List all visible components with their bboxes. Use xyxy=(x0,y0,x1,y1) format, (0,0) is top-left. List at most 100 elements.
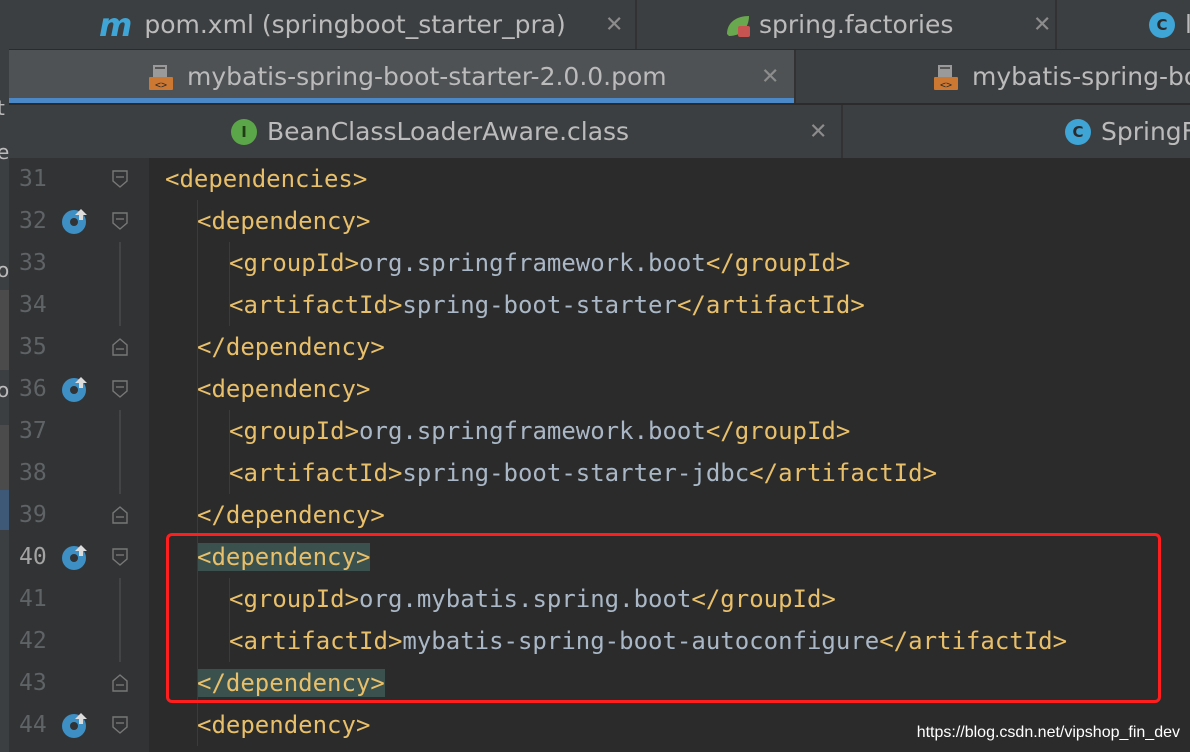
code-text: </dependency> xyxy=(197,494,385,536)
gutter-line: 35 xyxy=(9,326,149,368)
code-line[interactable]: <dependency> xyxy=(149,200,1190,242)
code-text: <artifactId>spring-boot-starter-jdbc</ar… xyxy=(229,452,937,494)
pom-file-icon: <> xyxy=(934,63,960,91)
xml-open-tag: <dependency> xyxy=(197,375,371,403)
editor-tab-row-3: I BeanClassLoaderAware.class ✕ C SpringF xyxy=(9,105,1190,158)
fold-marker-icon[interactable] xyxy=(111,211,129,231)
line-number: 43 xyxy=(19,670,47,696)
line-number: 44 xyxy=(19,712,47,738)
tab-label: mybatis-spring-boo xyxy=(972,62,1190,91)
code-text: <dependency> xyxy=(197,368,370,410)
fold-marker-icon[interactable] xyxy=(111,673,129,693)
close-icon[interactable]: ✕ xyxy=(809,119,827,144)
fold-marker-icon[interactable] xyxy=(111,715,129,735)
line-number: 42 xyxy=(19,628,47,654)
code-line[interactable]: </dependency> xyxy=(149,326,1190,368)
tab-springf-partial[interactable]: C SpringF xyxy=(843,105,1190,158)
tab-label: mybatis-spring-boot-starter-2.0.0.pom xyxy=(187,62,667,91)
navigate-to-source-icon[interactable] xyxy=(61,711,89,739)
xml-open-tag: <artifactId> xyxy=(229,459,403,487)
xml-text-value: org.springframework.boot xyxy=(359,417,706,445)
line-number: 33 xyxy=(19,250,47,276)
xml-open-tag: <dependency> xyxy=(197,207,371,235)
gutter-line: 41 xyxy=(9,578,149,620)
close-icon[interactable]: ✕ xyxy=(605,12,623,37)
gutter-line: 44 xyxy=(9,704,149,746)
fold-guide xyxy=(111,410,129,452)
navigate-to-source-icon[interactable] xyxy=(61,375,89,403)
fold-guide xyxy=(111,242,129,284)
code-text: <artifactId>spring-boot-starter</artifac… xyxy=(229,284,865,326)
fold-marker-icon[interactable] xyxy=(111,169,129,189)
svg-text:<>: <> xyxy=(940,80,952,91)
tab-label: BeanClassLoaderAware.class xyxy=(267,117,630,146)
fold-marker-icon[interactable] xyxy=(111,505,129,525)
code-text: <dependency> xyxy=(197,200,370,242)
panel-edge-glyph: e xyxy=(0,140,9,164)
xml-open-tag: <groupId> xyxy=(229,249,360,277)
indent-guide xyxy=(229,410,230,494)
gutter-line: 33 xyxy=(9,242,149,284)
watermark: https://blog.csdn.net/vipshop_fin_dev xyxy=(916,724,1180,741)
gutter-line: 43 xyxy=(9,662,149,704)
interface-i-icon: I xyxy=(231,118,257,145)
fold-marker-icon[interactable] xyxy=(111,337,129,357)
fold-marker-icon[interactable] xyxy=(111,547,129,567)
gutter-line: 34 xyxy=(9,284,149,326)
navigate-to-source-icon[interactable] xyxy=(61,543,89,571)
code-line[interactable]: </dependency> xyxy=(149,494,1190,536)
xml-open-tag: <dependency> xyxy=(197,711,371,739)
spring-leaf-icon xyxy=(725,14,750,37)
code-line[interactable]: <artifactId>spring-boot-starter</artifac… xyxy=(149,284,1190,326)
line-number: 41 xyxy=(19,586,47,612)
line-number: 31 xyxy=(19,166,47,192)
xml-open-tag: <dependencies> xyxy=(165,165,368,193)
line-number: 39 xyxy=(19,502,47,528)
code-line[interactable]: <dependencies> xyxy=(149,158,1190,200)
tab-label: SpringF xyxy=(1101,117,1190,146)
close-icon[interactable]: ✕ xyxy=(761,64,779,89)
xml-text-value: spring-boot-starter xyxy=(402,291,677,319)
editor-tab-row-1: m pom.xml (springboot_starter_pra) ✕ spr… xyxy=(9,0,1190,49)
code-line[interactable]: <groupId>org.springframework.boot</group… xyxy=(149,242,1190,284)
line-number: 37 xyxy=(19,418,47,444)
line-number: 36 xyxy=(19,376,47,402)
gutter-line: 42 xyxy=(9,620,149,662)
code-line[interactable]: <artifactId>spring-boot-starter-jdbc</ar… xyxy=(149,452,1190,494)
code-line[interactable]: <groupId>org.springframework.boot</group… xyxy=(149,410,1190,452)
xml-open-tag: </dependency> xyxy=(197,333,385,361)
gutter-line: 38 xyxy=(9,452,149,494)
code-text: <dependency> xyxy=(197,704,370,746)
class-c-icon: C xyxy=(1149,11,1175,38)
navigate-to-source-icon[interactable] xyxy=(61,207,89,235)
line-number: 40 xyxy=(19,544,47,570)
gutter-line: 32 xyxy=(9,200,149,242)
line-number: 38 xyxy=(19,460,47,486)
fold-guide xyxy=(111,284,129,326)
xml-open-tag: <artifactId> xyxy=(229,291,403,319)
code-text: <dependencies> xyxy=(165,158,367,200)
tab-beanclassloaderaware[interactable]: I BeanClassLoaderAware.class ✕ xyxy=(9,105,843,158)
tab-spring-factories[interactable]: spring.factories ✕ xyxy=(637,0,1057,49)
panel-edge-glyph: o xyxy=(0,258,9,282)
xml-open-tag: <groupId> xyxy=(229,417,360,445)
tab-label: l xyxy=(1185,10,1190,39)
xml-close-tag: </artifactId> xyxy=(676,291,865,319)
xml-close-tag: </groupId> xyxy=(705,249,851,277)
pom-file-icon: <> xyxy=(149,63,175,91)
tab-pom-xml[interactable]: m pom.xml (springboot_starter_pra) ✕ xyxy=(9,0,637,49)
gutter-line: 31 xyxy=(9,158,149,200)
tab-class-partial[interactable]: C l xyxy=(1057,0,1190,49)
class-c-icon: C xyxy=(1065,118,1091,145)
fold-marker-icon[interactable] xyxy=(111,379,129,399)
fold-guide xyxy=(111,452,129,494)
gutter-line: 36 xyxy=(9,368,149,410)
xml-close-tag: </artifactId> xyxy=(749,459,938,487)
tab-mybatis-starter-pom[interactable]: <> mybatis-spring-boot-starter-2.0.0.pom… xyxy=(9,50,796,103)
code-line[interactable]: <dependency> xyxy=(149,368,1190,410)
maven-m-icon: m xyxy=(99,5,133,44)
editor-tab-row-2: <> mybatis-spring-boot-starter-2.0.0.pom… xyxy=(9,50,1190,103)
close-icon[interactable]: ✕ xyxy=(1033,12,1051,37)
tab-mybatis-spring-boot-partial[interactable]: <> mybatis-spring-boo xyxy=(796,50,1190,103)
tab-label: pom.xml (springboot_starter_pra) xyxy=(144,10,566,39)
